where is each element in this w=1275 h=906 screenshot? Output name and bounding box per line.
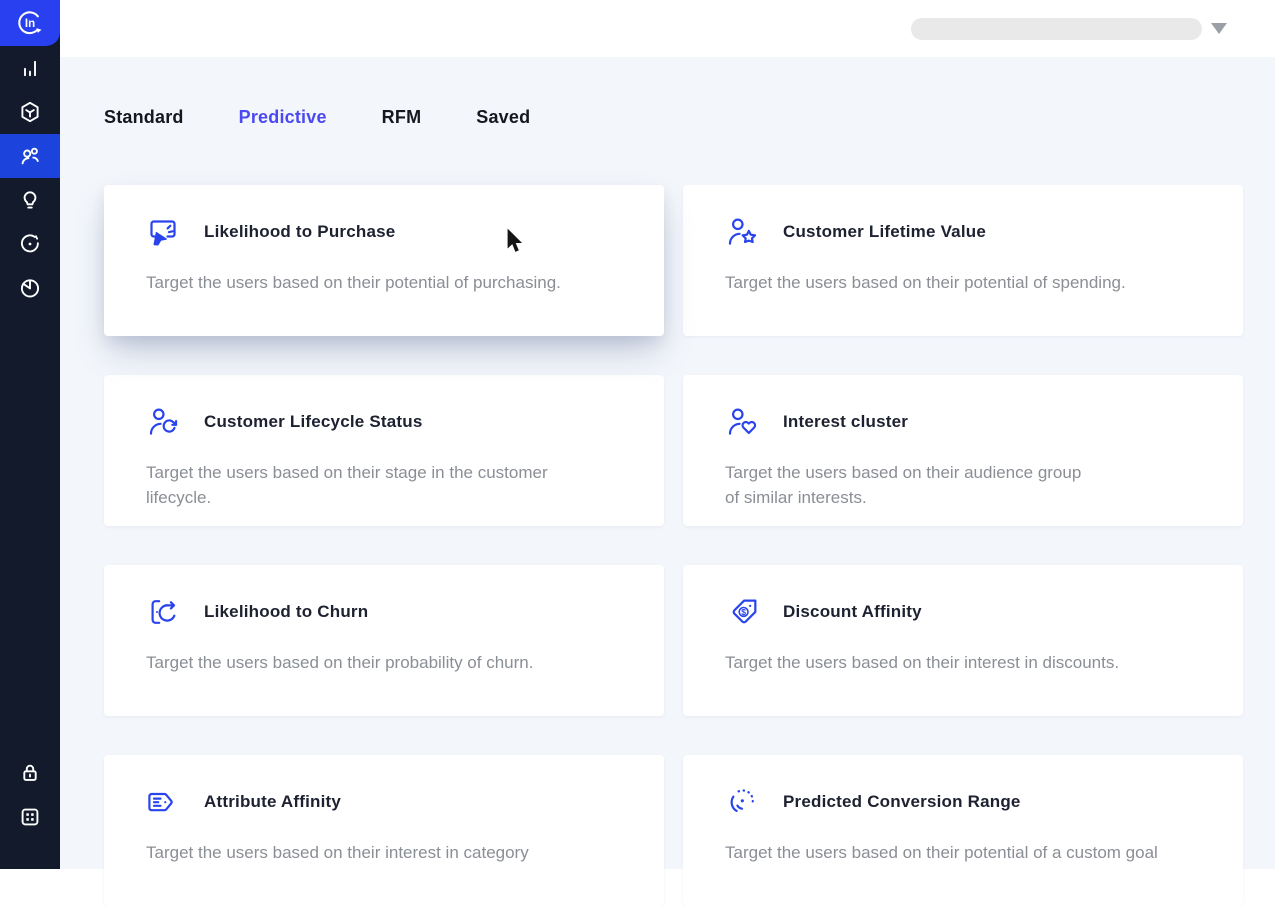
card-interest-cluster[interactable]: Interest cluster Target the users based … <box>683 375 1243 526</box>
logo-text: In <box>25 18 35 30</box>
account-selector[interactable] <box>911 18 1202 40</box>
card-title: Likelihood to Purchase <box>204 222 395 242</box>
svg-text:$: $ <box>741 607 746 617</box>
cube-icon <box>18 100 42 124</box>
sidebar-item-apps[interactable] <box>0 795 60 839</box>
app-root: In <box>0 0 1275 869</box>
card-title: Predicted Conversion Range <box>783 792 1021 812</box>
sidebar: In <box>0 0 60 869</box>
card-title: Likelihood to Churn <box>204 602 368 622</box>
user-refresh-icon <box>146 405 180 439</box>
card-description: Target the users based on their stage in… <box>146 461 624 510</box>
sidebar-bottom-nav <box>0 751 60 839</box>
sidebar-item-audiences[interactable] <box>0 134 60 178</box>
card-likelihood-to-churn[interactable]: Likelihood to Churn Target the users bas… <box>104 565 664 716</box>
sidebar-nav <box>0 46 60 310</box>
attribute-tag-icon <box>146 785 180 819</box>
sidebar-item-analytics[interactable] <box>0 46 60 90</box>
user-heart-icon <box>725 405 759 439</box>
tab-rfm[interactable]: RFM <box>382 107 422 128</box>
card-description: Target the users based on their audience… <box>725 461 1203 510</box>
card-customer-lifetime-value[interactable]: Customer Lifetime Value Target the users… <box>683 185 1243 336</box>
card-description: Target the users based on their potentia… <box>725 271 1203 296</box>
target-icon <box>18 232 42 256</box>
gauge-icon <box>725 785 759 819</box>
lock-icon <box>18 761 42 785</box>
card-discount-affinity[interactable]: $ Discount Affinity Target the users bas… <box>683 565 1243 716</box>
sidebar-item-products[interactable] <box>0 90 60 134</box>
user-star-icon <box>725 215 759 249</box>
tab-standard[interactable]: Standard <box>104 107 184 128</box>
tab-predictive[interactable]: Predictive <box>239 107 327 128</box>
card-predicted-conversion-range[interactable]: Predicted Conversion Range Target the us… <box>683 755 1243 906</box>
tab-saved[interactable]: Saved <box>476 107 530 128</box>
price-tag-dollar-icon: $ <box>725 595 759 629</box>
sidebar-item-reports[interactable] <box>0 266 60 310</box>
card-customer-lifecycle-status[interactable]: Customer Lifecycle Status Target the use… <box>104 375 664 526</box>
card-title: Discount Affinity <box>783 602 922 622</box>
card-description: Target the users based on their potentia… <box>146 271 624 296</box>
segment-tabs: Standard Predictive RFM Saved <box>104 107 1243 128</box>
card-title: Attribute Affinity <box>204 792 341 812</box>
card-title: Customer Lifecycle Status <box>204 412 423 432</box>
users-icon <box>18 144 42 168</box>
main-column: Standard Predictive RFM Saved <box>60 0 1275 869</box>
card-description: Target the users based on their probabil… <box>146 651 624 676</box>
segment-cards-grid: Likelihood to Purchase Target the users … <box>104 185 1243 906</box>
pie-chart-icon <box>18 276 42 300</box>
card-likelihood-to-purchase[interactable]: Likelihood to Purchase Target the users … <box>104 185 664 336</box>
card-description: Target the users based on their interest… <box>725 651 1203 676</box>
sidebar-item-privacy[interactable] <box>0 751 60 795</box>
ad-click-icon <box>146 215 180 249</box>
apps-grid-icon <box>18 805 42 829</box>
topbar <box>60 0 1275 57</box>
bar-chart-icon <box>18 56 42 80</box>
lightbulb-icon <box>18 188 42 212</box>
app-logo[interactable]: In <box>0 0 60 46</box>
card-description: Target the users based on their potentia… <box>725 841 1203 866</box>
card-title: Interest cluster <box>783 412 908 432</box>
churn-exit-icon <box>146 595 180 629</box>
card-description: Target the users based on their interest… <box>146 841 624 866</box>
chevron-down-icon[interactable] <box>1211 23 1227 34</box>
logo-circular-arrow-icon: In <box>15 8 45 38</box>
card-attribute-affinity[interactable]: Attribute Affinity Target the users base… <box>104 755 664 906</box>
sidebar-item-insights[interactable] <box>0 178 60 222</box>
sidebar-item-goals[interactable] <box>0 222 60 266</box>
card-title: Customer Lifetime Value <box>783 222 986 242</box>
content-area: Standard Predictive RFM Saved <box>60 57 1275 906</box>
